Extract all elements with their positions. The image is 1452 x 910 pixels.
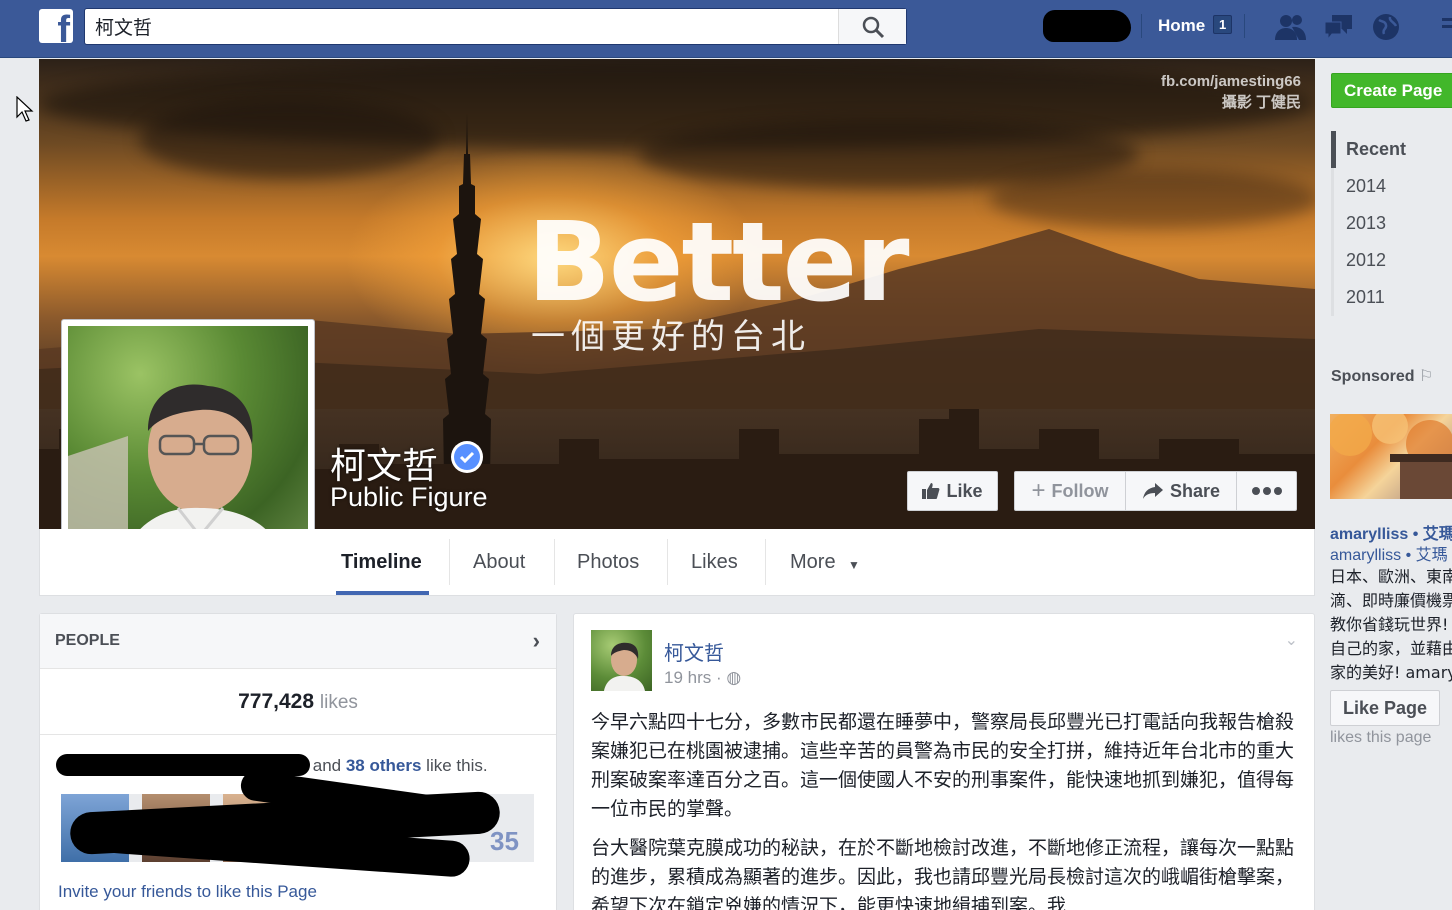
- caret-down-icon[interactable]: ▼: [848, 558, 860, 572]
- more-friends-count[interactable]: 35: [490, 826, 519, 857]
- ellipsis-icon: [1251, 487, 1282, 495]
- cover-watermark: fb.com/jamesting66 攝影 丁健民: [1161, 71, 1301, 113]
- follow-button[interactable]: + Follow: [1014, 471, 1126, 511]
- megaphone-icon: ⚐: [1419, 368, 1434, 385]
- likes-label: likes: [319, 692, 358, 713]
- messages-icon[interactable]: [1322, 12, 1356, 42]
- divider: [667, 539, 668, 585]
- watermark-url: fb.com/jamesting66: [1160, 73, 1301, 90]
- divider: [554, 539, 555, 585]
- like-button-label: Like: [946, 480, 983, 501]
- search-button[interactable]: [838, 9, 906, 44]
- user-avatar-redacted[interactable]: [1043, 10, 1131, 42]
- tab-likes[interactable]: Likes: [691, 551, 738, 574]
- post-paragraph: 台大醫院葉克膜成功的秘訣，在於不斷地檢討改進，不斷地修正流程，讓每次一點點的進步…: [591, 837, 1295, 910]
- more-options-button[interactable]: [1236, 471, 1297, 511]
- friend-requests-icon[interactable]: [1274, 12, 1308, 42]
- tab-about[interactable]: About: [473, 551, 525, 574]
- mouse-cursor-icon: [16, 96, 34, 122]
- search-box: [84, 8, 907, 45]
- chevron-right-icon[interactable]: ›: [533, 628, 540, 654]
- year-2014[interactable]: 2014: [1331, 168, 1406, 205]
- ad-description: 日本、歐洲、東南 滴、即時廉價機票 教你省錢玩世界! 自己的家，並藉由 家的美好…: [1330, 565, 1452, 685]
- total-likes[interactable]: 777,428 likes: [40, 690, 556, 714]
- globe-privacy-icon: · ◍: [715, 668, 742, 687]
- ad-image[interactable]: [1330, 414, 1452, 499]
- like-page-button[interactable]: Like Page: [1330, 690, 1440, 726]
- home-count-badge: 1: [1213, 15, 1233, 34]
- ad-subtitle-link[interactable]: amarylliss • 艾瑪: [1330, 541, 1448, 565]
- watermark-credit: 攝影 丁健民: [1221, 94, 1301, 111]
- ad-line: 家的美好! amary: [1330, 663, 1452, 682]
- divider: [765, 539, 766, 585]
- share-button-label: Share: [1169, 480, 1221, 501]
- account-menu-icon[interactable]: [1440, 12, 1452, 42]
- cover-headline: Better: [527, 198, 909, 326]
- people-box: PEOPLE › 777,428 likes and 38 others lik…: [39, 613, 557, 910]
- year-2012[interactable]: 2012: [1331, 242, 1406, 279]
- page-tabs-bar: Timeline About Photos Likes More ▼: [39, 529, 1315, 596]
- tab-photos[interactable]: Photos: [577, 551, 639, 574]
- and-text: and: [312, 756, 342, 775]
- year-2011[interactable]: 2011: [1331, 279, 1406, 316]
- divider: [40, 734, 556, 735]
- facebook-logo-icon[interactable]: f: [39, 9, 73, 43]
- ad-line: 教你省錢玩世界!: [1330, 615, 1449, 634]
- follow-button-label: Follow: [1051, 480, 1109, 501]
- tab-timeline[interactable]: Timeline: [341, 551, 422, 574]
- invite-friends-link[interactable]: Invite your friends to like this Page: [58, 882, 317, 902]
- verified-badge-icon: [451, 441, 483, 473]
- year-2013[interactable]: 2013: [1331, 205, 1406, 242]
- sponsored-heading: Sponsored ⚐: [1331, 366, 1433, 386]
- post-author-avatar[interactable]: [591, 630, 652, 691]
- thumbs-up-icon: [922, 483, 940, 499]
- post-time-text: 19 hrs: [664, 668, 712, 687]
- post-author-name[interactable]: 柯文哲: [664, 637, 724, 666]
- post-paragraph: 今早六點四十七分，多數市民都還在睡夢中，警察局長邱豐光已打電話向我報告槍殺案嫌犯…: [591, 711, 1295, 820]
- post-options-chevron-icon[interactable]: ⌄: [1285, 630, 1298, 650]
- page-category: Public Figure: [330, 482, 488, 512]
- ad-line: 滴、即時廉價機票: [1330, 591, 1452, 610]
- people-header[interactable]: PEOPLE ›: [40, 614, 556, 669]
- create-page-button[interactable]: Create Page: [1331, 73, 1452, 108]
- sponsored-label: Sponsored: [1331, 368, 1415, 385]
- divider: [1244, 14, 1245, 38]
- cover-subheadline: 一個更好的台北: [531, 317, 811, 357]
- people-heading: PEOPLE: [55, 632, 120, 649]
- year-recent[interactable]: Recent: [1331, 131, 1406, 168]
- notifications-globe-icon[interactable]: [1370, 12, 1404, 42]
- ad-likes-this: likes this page: [1330, 729, 1432, 746]
- divider: [1141, 14, 1142, 38]
- post-avatar-portrait-graphic: [604, 642, 645, 691]
- like-this-text: like this.: [426, 756, 488, 775]
- share-button[interactable]: Share: [1125, 471, 1237, 511]
- ad-autumn-leaves-graphic: [1330, 414, 1452, 499]
- like-button[interactable]: Like: [907, 471, 998, 511]
- post-timestamp[interactable]: 19 hrs · ◍: [664, 668, 741, 688]
- timeline-post: 柯文哲 19 hrs · ◍ ⌄ 今早六點四十七分，多數市民都還在睡夢中，警察局…: [573, 613, 1315, 910]
- timeline-year-nav: Recent 2014 2013 2012 2011: [1331, 131, 1406, 316]
- tab-more[interactable]: More: [790, 551, 836, 574]
- active-tab-indicator: [336, 591, 429, 595]
- search-icon: [862, 16, 885, 39]
- likes-number: 777,428: [238, 690, 315, 713]
- search-input[interactable]: [85, 9, 825, 44]
- top-navigation-bar: f Home 1: [0, 0, 1452, 58]
- plus-icon: +: [1031, 477, 1046, 504]
- divider: [449, 539, 450, 585]
- home-link[interactable]: Home: [1158, 16, 1205, 36]
- ad-line: 自己的家，並藉由: [1330, 639, 1452, 658]
- others-link[interactable]: 38 others: [346, 756, 422, 775]
- share-arrow-icon: [1142, 483, 1163, 499]
- ad-line: 日本、歐洲、東南: [1330, 567, 1452, 586]
